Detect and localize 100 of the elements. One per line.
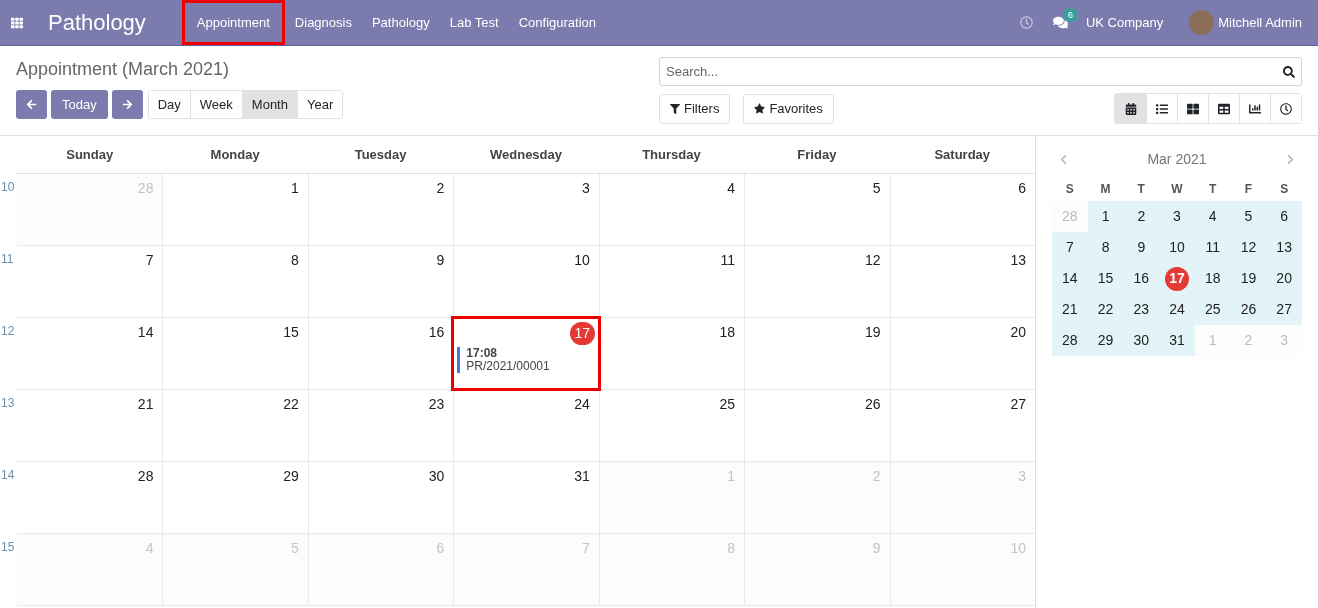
mini-day[interactable]: 7: [1052, 232, 1088, 263]
table-icon: [1218, 102, 1230, 115]
mini-weekday: F: [1244, 181, 1253, 198]
messages-icon[interactable]: [1052, 15, 1068, 30]
mini-day-number: 29: [1097, 331, 1114, 350]
mini-day[interactable]: 21: [1052, 294, 1088, 325]
user-menu[interactable]: Mitchell Admin: [1218, 12, 1302, 33]
week-number: 12: [1, 323, 15, 340]
mini-day[interactable]: 2: [1123, 201, 1160, 232]
today-day-badge: 17: [1165, 266, 1189, 291]
mini-day-number: 12: [1240, 238, 1257, 257]
day-number: 20: [1010, 323, 1027, 342]
day-number: 25: [719, 395, 737, 414]
mini-day[interactable]: 6: [1266, 201, 1302, 232]
mini-day-number: 13: [1276, 238, 1292, 257]
mini-day[interactable]: 11: [1194, 232, 1231, 263]
mini-day-number: 9: [1137, 238, 1146, 257]
day-number: 3: [581, 179, 591, 198]
day-cell[interactable]: 10: [453, 246, 599, 317]
filter-icon: [670, 103, 680, 114]
mini-day[interactable]: 10: [1159, 232, 1195, 263]
mini-day[interactable]: 31: [1159, 325, 1195, 356]
day-number: 28: [137, 179, 155, 198]
mini-day-number: 21: [1062, 300, 1078, 319]
mini-day[interactable]: 28: [1052, 325, 1088, 356]
day-number: 31: [574, 467, 591, 486]
arrow-left-icon: [26, 99, 37, 110]
mini-day[interactable]: 8: [1087, 232, 1124, 263]
day-number: 14: [137, 323, 155, 342]
menu-item[interactable]: Pathology: [361, 0, 440, 45]
day-cell[interactable]: 17 17:08 PR/2021/00001: [453, 318, 599, 389]
mini-day[interactable]: 17: [1159, 263, 1195, 294]
mini-day-number: 7: [1065, 238, 1074, 257]
company-switcher[interactable]: UK Company: [1085, 12, 1164, 33]
day-cell[interactable]: 24: [453, 390, 599, 461]
mini-day[interactable]: 16: [1123, 263, 1160, 294]
day-number: 18: [719, 323, 737, 342]
view-switch-button[interactable]: [1115, 94, 1146, 123]
day-number: 3: [1018, 467, 1027, 486]
menu-item[interactable]: Lab Test: [439, 0, 509, 45]
mini-day[interactable]: 1: [1087, 201, 1124, 232]
mini-day[interactable]: 12: [1230, 232, 1267, 263]
message-count-badge: 6: [1062, 8, 1078, 22]
search-icon[interactable]: [1283, 65, 1295, 78]
day-number: 8: [291, 251, 300, 270]
mini-day[interactable]: 4: [1194, 201, 1231, 232]
mini-day[interactable]: 26: [1230, 294, 1267, 325]
mini-day[interactable]: 5: [1230, 201, 1267, 232]
mini-day[interactable]: 30: [1123, 325, 1160, 356]
today-day-badge: 17: [569, 322, 595, 345]
mini-day[interactable]: 9: [1123, 232, 1160, 263]
mini-day[interactable]: 22: [1087, 294, 1124, 325]
day-number: 10: [1010, 539, 1027, 558]
today-button[interactable]: Today: [51, 90, 108, 119]
mini-day-number: 2: [1137, 207, 1146, 226]
scale-tab[interactable]: Month: [241, 91, 297, 118]
previous-button[interactable]: [16, 90, 47, 119]
week-number: 15: [1, 539, 15, 556]
search-input[interactable]: Search...: [666, 61, 1283, 82]
mini-day[interactable]: 23: [1123, 294, 1160, 325]
mini-weekday: M: [1100, 181, 1111, 198]
mini-day[interactable]: 29: [1087, 325, 1124, 356]
mini-day-number: 25: [1204, 300, 1221, 319]
menu-item[interactable]: Appointment: [181, 0, 285, 45]
day-number: 9: [436, 251, 446, 270]
bar-chart-icon: [1249, 102, 1261, 115]
day-number: 8: [727, 539, 737, 558]
mini-day-number: 27: [1276, 300, 1292, 319]
view-switch-button[interactable]: [1270, 94, 1301, 123]
menu-item[interactable]: Configuration: [508, 0, 607, 45]
mini-day[interactable]: 15: [1087, 263, 1124, 294]
mini-day-number: 28: [1062, 331, 1078, 350]
day-cell[interactable]: 9: [307, 246, 454, 317]
day-number: 6: [1018, 179, 1027, 198]
mini-day-number: 31: [1169, 331, 1185, 350]
mini-day[interactable]: 18: [1194, 263, 1231, 294]
favorites-button[interactable]: Favorites: [743, 93, 834, 124]
mini-day[interactable]: 20: [1266, 263, 1302, 294]
page-title: Appointment (March 2021): [16, 58, 231, 81]
menu-item[interactable]: Diagnosis: [284, 0, 362, 45]
mini-day[interactable]: 13: [1266, 232, 1302, 263]
apps-grid-icon: [11, 16, 23, 29]
clock-icon: [1280, 102, 1292, 115]
mini-day[interactable]: 3: [1159, 201, 1195, 232]
search-field[interactable]: Search...: [659, 57, 1302, 86]
mini-day[interactable]: 19: [1230, 263, 1267, 294]
mini-day[interactable]: 27: [1266, 294, 1302, 325]
day-number: 1: [727, 467, 737, 486]
scale-tab[interactable]: Year: [296, 91, 343, 118]
next-button[interactable]: [111, 90, 143, 119]
mini-day[interactable]: 14: [1052, 263, 1088, 294]
mini-day[interactable]: 24: [1159, 294, 1195, 325]
day-cell[interactable]: 16: [307, 318, 454, 389]
event-card[interactable]: 17:08 PR/2021/00001: [457, 347, 595, 373]
mini-day-number: 22: [1097, 300, 1114, 319]
day-cell[interactable]: 23: [307, 390, 454, 461]
weekday-header: Saturday: [934, 145, 991, 164]
mini-day[interactable]: 25: [1194, 294, 1231, 325]
list-icon: [1156, 102, 1168, 115]
filters-button[interactable]: Filters: [659, 93, 731, 124]
